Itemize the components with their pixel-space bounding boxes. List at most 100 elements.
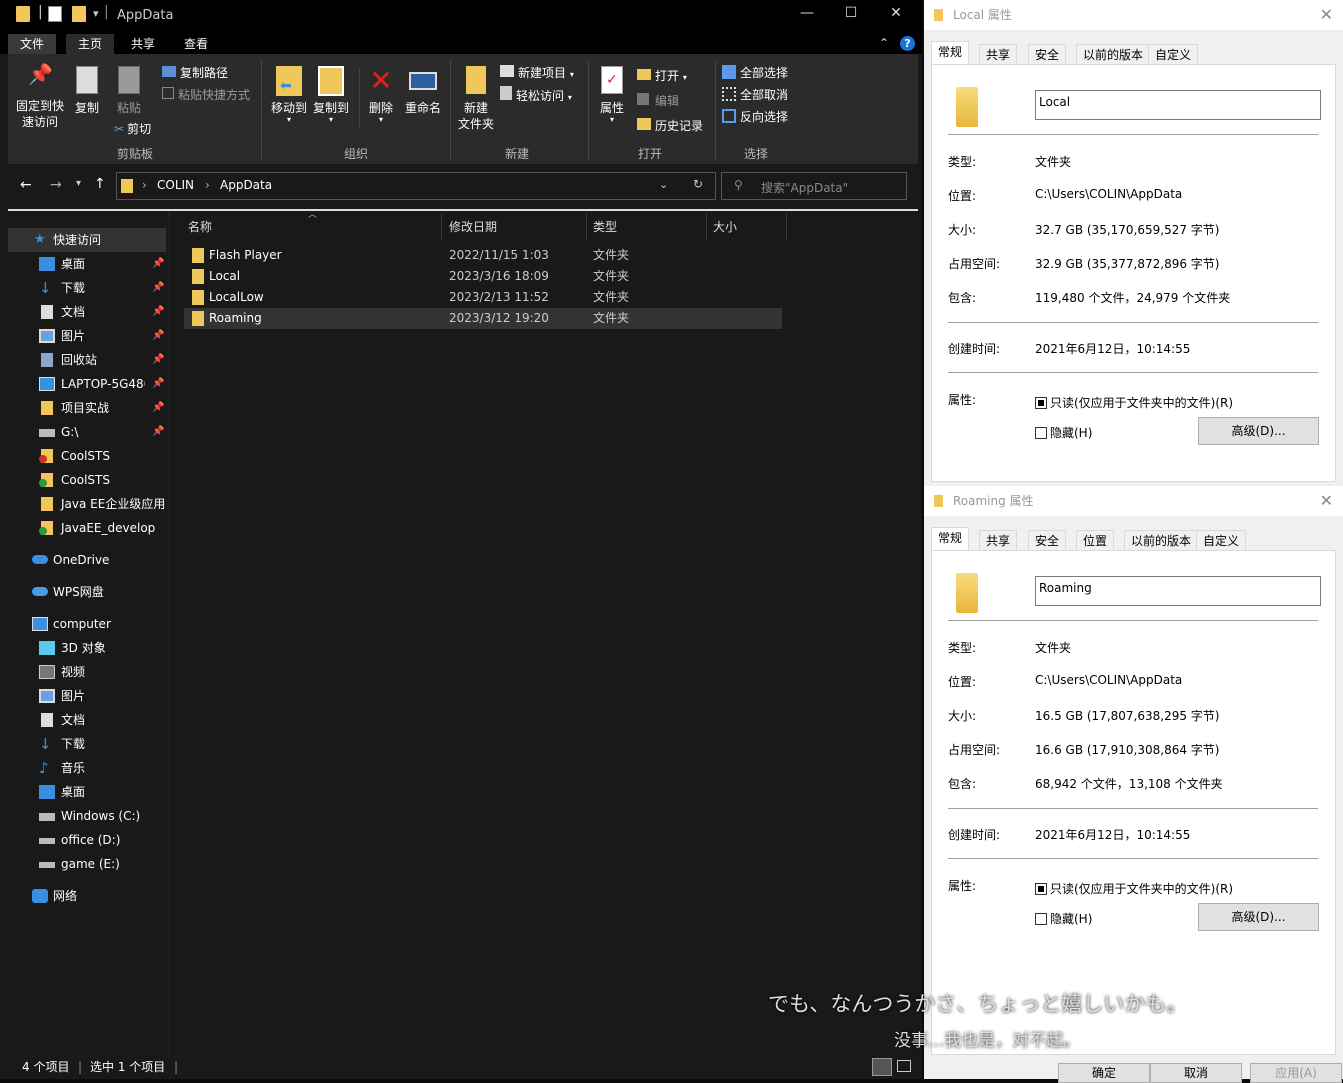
nav-recycle-bin[interactable]: 回收站 📌 [8,348,166,372]
properties-button[interactable]: ✓ 属性 ▾ [594,66,630,124]
nav-videos[interactable]: 视频 [8,660,166,684]
apply-button[interactable]: 应用(A) [1250,1063,1342,1083]
nav-pictures[interactable]: 图片 📌 [8,324,166,348]
nav-coolsts-1[interactable]: CoolSTS [8,444,166,468]
breadcrumb-chevron-icon[interactable]: › [142,178,147,192]
nav-drive-d[interactable]: office (D:) [8,828,166,852]
nav-downloads-pc[interactable]: ↓ 下载 [8,732,166,756]
pin-quick-access-button[interactable]: 📌 固定到快 速访问 [14,64,66,130]
nav-downloads[interactable]: ↓ 下载 📌 [8,276,166,300]
hidden-checkbox[interactable]: 隐藏(H) [1035,424,1092,441]
tab-customize[interactable]: 自定义 [1148,44,1199,65]
maximize-button[interactable]: ☐ [836,5,866,27]
nav-laptop[interactable]: LAPTOP-5G480I 📌 [8,372,166,396]
nav-project-folder[interactable]: 项目实战 📌 [8,396,166,420]
tab-share[interactable]: 共享 [119,34,167,54]
search-input[interactable]: ⚲ 搜索"AppData" [721,172,907,200]
breadcrumb-colin[interactable]: COLIN [157,178,194,192]
move-to-button[interactable]: ⬅ 移动到 ▾ [267,66,311,124]
close-icon[interactable]: ✕ [1320,0,1333,30]
tab-security[interactable]: 安全 [1028,530,1067,551]
nav-network[interactable]: 网络 [8,884,166,908]
collapse-ribbon-icon[interactable]: ⌃ [879,36,889,50]
tab-sharing[interactable]: 共享 [979,44,1018,65]
hidden-checkbox[interactable]: 隐藏(H) [1035,910,1092,927]
history-button[interactable]: 历史记录 [637,117,703,134]
ok-button[interactable]: 确定 [1058,1063,1150,1083]
nav-documents-pc[interactable]: 文档 [8,708,166,732]
customize-toolbar-icon[interactable]: ▾ [93,7,99,20]
forward-arrow-icon[interactable]: → [50,177,62,193]
column-header-size[interactable]: 大小 [707,214,787,240]
nav-javaee-develop[interactable]: JavaEE_develop [8,516,166,540]
nav-onedrive[interactable]: OneDrive [8,548,166,572]
invert-selection-button[interactable]: 反向选择 [722,108,788,125]
close-icon[interactable]: ✕ [1320,486,1333,516]
new-folder-button[interactable]: 新建 文件夹 [454,66,498,132]
nav-3d-objects[interactable]: 3D 对象 [8,636,166,660]
nav-pictures-pc[interactable]: 图片 [8,684,166,708]
close-button[interactable]: ✕ [881,5,911,27]
tab-location[interactable]: 位置 [1076,530,1115,551]
address-input[interactable]: › COLIN › AppData ⌄ ↻ [116,172,716,200]
up-arrow-icon[interactable]: ↑ [94,176,106,192]
paste-button[interactable]: 粘贴 [112,66,146,116]
edit-button[interactable]: 编辑 [637,92,679,109]
refresh-icon[interactable]: ↻ [693,177,703,191]
nav-coolsts-2[interactable]: CoolSTS [8,468,166,492]
tab-file[interactable]: 文件 [8,34,57,54]
copy-button[interactable]: 复制 [70,66,104,116]
tab-general[interactable]: 常规 [931,527,970,551]
delete-button[interactable]: ✕ 删除 ▾ [363,66,399,124]
breadcrumb-chevron-icon[interactable]: › [205,178,210,192]
properties-quick-icon[interactable] [48,6,62,22]
file-row[interactable]: LocalLow 2023/2/13 11:52 文件夹 [184,287,782,308]
recent-locations-icon[interactable]: ▾ [76,178,81,189]
nav-computer[interactable]: computer [8,612,166,636]
tab-sharing[interactable]: 共享 [979,530,1018,551]
readonly-checkbox[interactable]: 只读(仅应用于文件夹中的文件)(R) [1035,394,1233,411]
copy-to-button[interactable]: 复制到 ▾ [309,66,353,124]
tab-security[interactable]: 安全 [1028,44,1067,65]
nav-quick-access[interactable]: ★ 快速访问 [8,228,166,252]
easy-access-button[interactable]: 轻松访问 ▾ [500,86,572,104]
select-all-button[interactable]: 全部选择 [722,64,788,81]
nav-drive-c[interactable]: Windows (C:) [8,804,166,828]
back-arrow-icon[interactable]: ← [20,177,32,193]
column-header-type[interactable]: 类型 [587,214,707,240]
select-none-button[interactable]: 全部取消 [722,86,788,103]
tab-previous-versions[interactable]: 以前的版本 [1076,44,1151,65]
tab-home[interactable]: 主页 [66,34,115,54]
nav-desktop[interactable]: 桌面 📌 [8,252,166,276]
file-row[interactable]: Local 2023/3/16 18:09 文件夹 [184,266,782,287]
advanced-button[interactable]: 高级(D)... [1198,903,1319,931]
copy-path-button[interactable]: 复制路径 [162,64,228,81]
cut-button[interactable]: ✂ 剪切 [114,120,151,137]
folder-name-field[interactable]: Roaming [1035,576,1321,606]
large-icons-view-icon[interactable] [897,1060,911,1072]
tab-general[interactable]: 常规 [931,41,970,65]
readonly-checkbox[interactable]: 只读(仅应用于文件夹中的文件)(R) [1035,880,1233,897]
tab-previous-versions[interactable]: 以前的版本 [1124,530,1199,551]
cancel-button[interactable]: 取消 [1150,1063,1242,1083]
address-dropdown-icon[interactable]: ⌄ [659,178,668,191]
paste-shortcut-button[interactable]: 粘贴快捷方式 [162,86,250,103]
new-folder-quick-icon[interactable] [72,6,86,22]
nav-javaee-folder[interactable]: Java EE企业级应用开发 [8,492,166,516]
new-item-button[interactable]: 新建项目 ▾ [500,64,574,81]
column-header-name[interactable]: 名称 [182,214,442,240]
tab-view[interactable]: 查看 [172,34,220,54]
column-header-date[interactable]: 修改日期 [443,214,587,240]
nav-documents[interactable]: 文档 📌 [8,300,166,324]
open-button[interactable]: 打开 ▾ [637,67,687,84]
breadcrumb-appdata[interactable]: AppData [220,178,272,192]
nav-drive-e[interactable]: game (E:) [8,852,166,876]
nav-desktop-pc[interactable]: 桌面 [8,780,166,804]
file-row[interactable]: Flash Player 2022/11/15 1:03 文件夹 [184,245,782,266]
details-view-icon[interactable] [872,1058,892,1076]
tab-customize[interactable]: 自定义 [1196,530,1247,551]
help-icon[interactable]: ? [900,36,915,51]
nav-wps[interactable]: WPS网盘 [8,580,166,604]
file-row-selected[interactable]: Roaming 2023/3/12 19:20 文件夹 [184,308,782,329]
advanced-button[interactable]: 高级(D)... [1198,417,1319,445]
